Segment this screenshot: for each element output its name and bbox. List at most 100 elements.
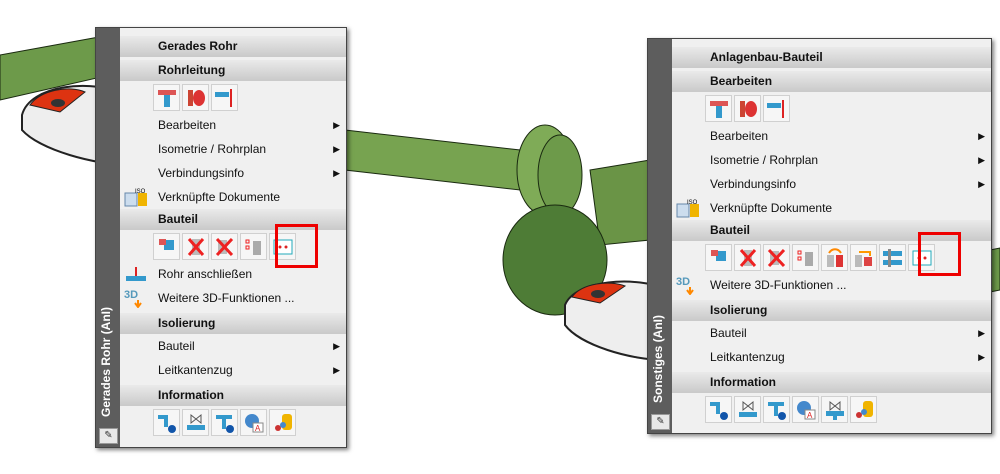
pipe-tee-edit-icon[interactable] (705, 94, 732, 122)
tee-info-icon[interactable] (211, 408, 238, 436)
submenu-arrow-icon: ▶ (978, 131, 985, 141)
pipe-info-icon[interactable] (153, 408, 180, 436)
item-label: Verbindungsinfo (710, 177, 797, 191)
vessel-edit-icon[interactable] (734, 94, 761, 122)
replace-component-icon[interactable] (705, 243, 732, 271)
item-label: Bearbeiten (158, 118, 217, 132)
section-header: Bearbeiten (672, 71, 991, 92)
svg-text:ISO: ISO (687, 200, 698, 206)
item-label: Weitere 3D-Funktionen ... (158, 291, 295, 305)
svg-text:3D: 3D (676, 276, 690, 288)
submenu-arrow-icon: ▶ (333, 168, 340, 178)
tee-info-icon[interactable] (763, 395, 790, 423)
section-header: Information (672, 372, 991, 393)
menu-side-strip: Sonstiges (AnI) ✎ (648, 39, 672, 433)
delete-connection-icon[interactable] (211, 232, 238, 260)
submenu-arrow-icon: ▶ (978, 179, 985, 189)
pen-icon[interactable]: ✎ (99, 428, 118, 444)
database-gear-icon[interactable] (269, 408, 296, 436)
menu-item-isolierung-bauteil[interactable]: Bauteil ▶ (672, 321, 991, 345)
valve-info-icon[interactable] (734, 395, 761, 423)
icon-row-information: A (672, 393, 991, 425)
menu-item-verbindungsinfo[interactable]: Verbindungsinfo ▶ (120, 161, 346, 185)
valve-pipe-icon[interactable] (821, 395, 848, 423)
menu-title: Gerades Rohr (120, 36, 346, 57)
delete-component-icon[interactable] (734, 243, 761, 271)
replace-component-icon[interactable] (153, 232, 180, 260)
iso-documents-icon: ISO (676, 200, 699, 218)
menu-side-strip: Gerades Rohr (AnI) ✎ (96, 28, 120, 447)
rotate-component-icon[interactable] (821, 243, 848, 271)
menu-side-title: Sonstiges (AnI) (651, 314, 665, 403)
delete-component-icon[interactable] (182, 232, 209, 260)
menu-item-isometrie[interactable]: Isometrie / Rohrplan ▶ (120, 137, 346, 161)
section-header: Information (120, 385, 346, 406)
menu-title: Anlagenbau-Bauteil (672, 47, 991, 68)
item-label: Bauteil (710, 326, 747, 340)
section-header: Isolierung (672, 300, 991, 321)
section-header: Rohrleitung (120, 60, 346, 81)
menu-item-isolierung-bauteil[interactable]: Bauteil ▶ (120, 334, 346, 358)
menu-item-isometrie[interactable]: Isometrie / Rohrplan ▶ (672, 148, 991, 172)
svg-text:ISO: ISO (135, 189, 146, 195)
item-label: Bearbeiten (710, 129, 769, 143)
item-label: Bauteil (158, 339, 195, 353)
database-gear-icon[interactable] (850, 395, 877, 423)
menu-item-bearbeiten[interactable]: Bearbeiten ▶ (672, 124, 991, 148)
submenu-arrow-icon: ▶ (333, 365, 340, 375)
svg-text:A: A (255, 424, 261, 433)
pipe-info-icon[interactable] (705, 395, 732, 423)
menu-item-leitkantenzug[interactable]: Leitkantenzug ▶ (120, 358, 346, 382)
item-label: Weitere 3D-Funktionen ... (710, 278, 847, 292)
connect-pipe-icon (126, 267, 146, 281)
highlight-box-right (918, 232, 961, 276)
item-label: Verknüpfte Dokumente (710, 201, 833, 215)
pipe-tee-edit-icon[interactable] (153, 83, 180, 111)
connection-points-icon[interactable] (792, 243, 819, 271)
svg-text:A: A (807, 411, 813, 420)
pipe-flange-2 (537, 134, 583, 216)
pipe-valve-edit-icon[interactable] (211, 83, 238, 111)
menu-item-verbindungsinfo[interactable]: Verbindungsinfo ▶ (672, 172, 991, 196)
menu-item-bearbeiten[interactable]: Bearbeiten ▶ (120, 113, 346, 137)
move-component-icon[interactable] (850, 243, 877, 271)
item-label: Leitkantenzug (158, 363, 233, 377)
menu-item-weitere-3d[interactable]: 3D Weitere 3D-Funktionen ... (672, 273, 991, 297)
iso-documents-icon: ISO (124, 189, 147, 207)
icon-row-rohrleitung (120, 81, 346, 113)
svg-text:3D: 3D (124, 289, 138, 301)
menu-item-weitere-3d[interactable]: 3D Weitere 3D-Funktionen ... (120, 286, 346, 310)
item-label: Verbindungsinfo (158, 166, 245, 180)
menu-item-leitkantenzug[interactable]: Leitkantenzug ▶ (672, 345, 991, 369)
item-label: Isometrie / Rohrplan (710, 153, 819, 167)
section-header: Isolierung (120, 313, 346, 334)
submenu-arrow-icon: ▶ (978, 352, 985, 362)
submenu-arrow-icon: ▶ (978, 155, 985, 165)
properties-gear-icon[interactable]: A (240, 408, 267, 436)
menu-item-verknuepfte-dokumente[interactable]: ISO Verknüpfte Dokumente (672, 196, 991, 220)
menu-item-verknuepfte-dokumente[interactable]: ISO Verknüpfte Dokumente (120, 185, 346, 209)
vessel-edit-icon[interactable] (182, 83, 209, 111)
pen-icon[interactable]: ✎ (651, 414, 670, 430)
pipe-middle (344, 129, 521, 191)
3d-functions-icon: 3D (124, 289, 142, 308)
icon-row-information: A (120, 406, 346, 438)
submenu-arrow-icon: ▶ (978, 328, 985, 338)
pipe-valve-edit-icon[interactable] (763, 94, 790, 122)
submenu-arrow-icon: ▶ (333, 120, 340, 130)
menu-side-title: Gerades Rohr (AnI) (99, 306, 113, 417)
align-components-icon[interactable] (879, 243, 906, 271)
connection-points-icon[interactable] (240, 232, 267, 260)
highlight-box-left (275, 224, 318, 268)
valve-info-icon[interactable] (182, 408, 209, 436)
properties-gear-icon[interactable]: A (792, 395, 819, 423)
item-label: Isometrie / Rohrplan (158, 142, 267, 156)
item-label: Leitkantenzug (710, 350, 785, 364)
item-label: Rohr anschließen (158, 267, 253, 281)
3d-functions-icon: 3D (676, 276, 694, 295)
submenu-arrow-icon: ▶ (333, 341, 340, 351)
submenu-arrow-icon: ▶ (333, 144, 340, 154)
icon-row-bearbeiten (672, 92, 991, 124)
delete-connection-icon[interactable] (763, 243, 790, 271)
item-label: Verknüpfte Dokumente (158, 190, 281, 204)
